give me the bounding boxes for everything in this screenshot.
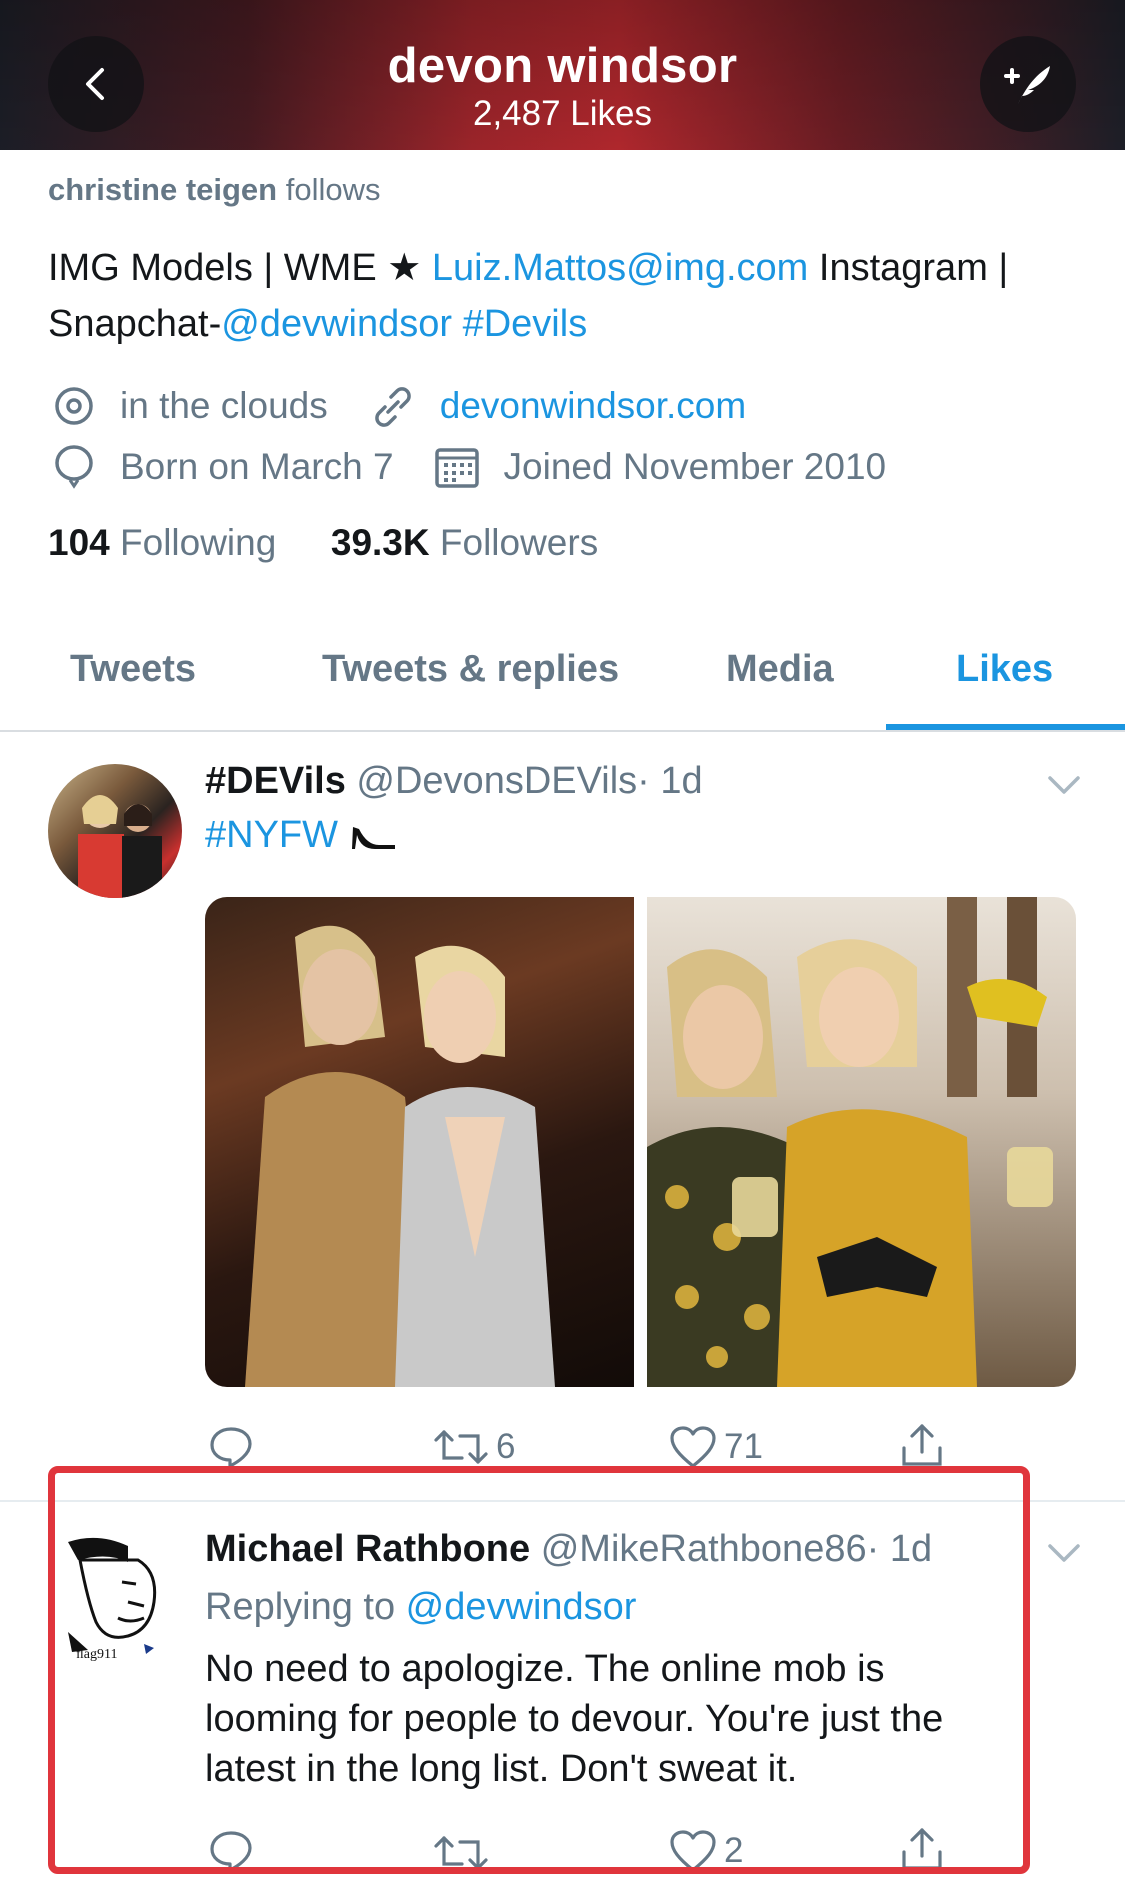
tweet-1-avatar[interactable]	[48, 764, 182, 898]
tweet-1-time: · 1d	[637, 760, 703, 802]
tab-likes[interactable]: Likes	[956, 648, 1053, 691]
tab-tweets[interactable]: Tweets	[70, 648, 196, 691]
following-count-link[interactable]: 104 Following	[48, 522, 276, 563]
reply-icon	[210, 1427, 252, 1468]
location-text: in the clouds	[120, 385, 328, 426]
high-heel-emoji-icon	[351, 827, 395, 849]
joined-text: Joined November 2010	[503, 446, 887, 487]
avatar-photo	[78, 795, 162, 898]
followed-by-suffix: follows	[277, 172, 381, 207]
profile-tabs: Tweets Tweets & replies Media Likes	[0, 620, 1125, 732]
followers-count: 39.3K	[330, 522, 430, 563]
bio-handle-link[interactable]: @devwindsor	[221, 303, 452, 345]
tab-tweets-replies[interactable]: Tweets & replies	[322, 648, 619, 691]
bio-space	[452, 303, 463, 345]
bio-hashtag-link[interactable]: #Devils	[463, 303, 588, 345]
tweet-1-share-button[interactable]	[898, 1420, 946, 1470]
location-pin-icon	[55, 387, 93, 425]
tweet-1-photo-2[interactable]	[647, 897, 1076, 1387]
tweet-1-handle[interactable]: @DevonsDEVils	[356, 760, 637, 802]
tab-media[interactable]: Media	[726, 648, 834, 691]
tweet-1-like-button[interactable]: 71	[668, 1424, 763, 1470]
website-link[interactable]: devonwindsor.com	[440, 385, 746, 427]
calendar-icon	[434, 448, 479, 488]
heart-icon	[670, 1426, 716, 1468]
retweet-icon	[434, 1430, 488, 1464]
compose-tweet-button[interactable]	[980, 36, 1076, 132]
tweet-1-retweet-button[interactable]: 6	[432, 1424, 515, 1470]
profile-bio: IMG Models | WME ★ Luiz.Mattos@img.com I…	[48, 240, 1088, 352]
followers-label: Followers	[429, 522, 599, 563]
profile-header: devon windsor 2,487 Likes	[0, 0, 1125, 150]
tweet-1-reply-button[interactable]	[208, 1424, 254, 1470]
tweet-1-header: #DEVils @DevonsDEVils· 1d	[205, 760, 703, 803]
follow-counts: 104 Following 39.3K Followers	[48, 522, 598, 564]
photo-2-art	[647, 897, 1053, 1387]
profile-meta-row-1: in the clouds devonwindsor.com	[52, 384, 786, 428]
active-tab-indicator	[886, 724, 1125, 730]
bio-email-link[interactable]: Luiz.Mattos@img.com	[432, 247, 808, 289]
balloon-icon	[55, 445, 93, 489]
followers-count-link[interactable]: 39.3K Followers	[331, 522, 598, 563]
followed-by-name: christine teigen	[48, 172, 278, 207]
compose-feather-icon	[1004, 66, 1050, 104]
red-highlight-annotation	[48, 1466, 1030, 1874]
profile-meta-row-2: Born on March 7 Joined November 2010	[52, 444, 926, 490]
bio-text-1: IMG Models | WME ★	[48, 247, 432, 289]
tweet-1-photo-1[interactable]	[205, 897, 634, 1387]
tweet-1-text: #NYFW	[205, 810, 399, 860]
joined: Joined November 2010	[434, 445, 887, 489]
photo-1-art	[245, 925, 555, 1387]
location: in the clouds	[52, 384, 328, 428]
tweet-1-retweet-count: 6	[496, 1427, 516, 1466]
likes-count: 2,487 Likes	[472, 94, 653, 133]
followed-by-text[interactable]: christine teigen follows	[48, 172, 380, 208]
birthday: Born on March 7	[52, 444, 394, 490]
share-icon	[902, 1424, 942, 1466]
tweet-1-menu-chevron-icon[interactable]	[1046, 772, 1082, 796]
header-title: devon windsor	[387, 39, 738, 93]
tweet-1-like-count: 71	[724, 1427, 763, 1466]
following-count: 104	[48, 522, 110, 563]
birthday-text: Born on March 7	[120, 446, 394, 487]
following-label: Following	[109, 522, 277, 563]
website[interactable]: devonwindsor.com	[368, 384, 746, 428]
tweet-2-menu-chevron-icon[interactable]	[1046, 1540, 1082, 1564]
link-icon	[374, 387, 411, 427]
tweet-1-hashtag[interactable]: #NYFW	[205, 814, 338, 856]
tweet-1-name[interactable]: #DEVils	[205, 760, 346, 802]
